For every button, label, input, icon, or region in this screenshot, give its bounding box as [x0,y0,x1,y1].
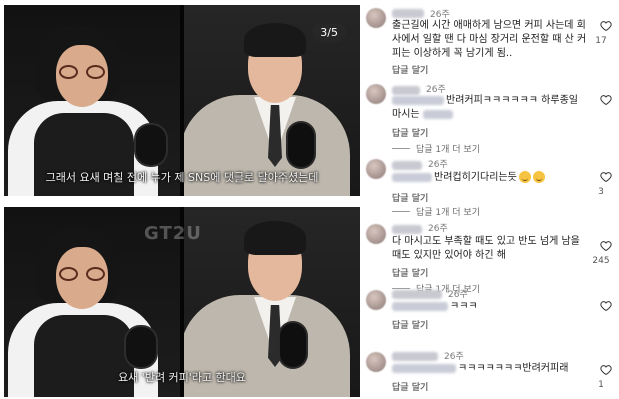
comment-time: 26주 [448,290,468,300]
avatar[interactable] [366,352,386,372]
host-hair [244,23,306,57]
comment-text-main: ㅋㅋㅋ [450,301,478,312]
video-pane-guest [4,5,180,196]
microphone-icon [280,323,306,367]
microphone-icon [288,123,314,167]
guest-glasses [59,65,105,79]
username-blurred[interactable] [392,225,422,234]
comment-text-main: 반려컵히기다리는듯 [434,172,517,183]
comment-text-main: ㅋㅋㅋㅋㅋㅋㅋ반려커피래 [458,363,569,374]
view-more-replies[interactable]: 답글 1개 더 보기 [392,205,480,218]
comment-text: 반려컵히기다리는듯 [392,171,592,185]
page-indicator: 3/5 [312,23,346,42]
microphone-icon [136,125,166,165]
username-blurred[interactable] [392,352,438,361]
heart-outline-icon[interactable] [600,240,612,252]
comment-time: 26주 [428,160,448,170]
comment-text-line2: 마시는 [392,108,592,122]
like-count: 17 [595,36,607,46]
like-count: 1 [598,380,604,390]
view-more-replies-label: 답글 1개 더 보기 [416,208,480,218]
comment-time: 26주 [444,352,464,362]
heart-outline-icon[interactable] [600,20,612,32]
username-blurred[interactable] [392,161,422,170]
avatar[interactable] [366,224,386,244]
reply-button[interactable]: 답글 달기 [392,126,428,139]
comment-text: 반려커피ㅋㅋㅋㅋㅋㅋ 하루종일 [392,94,592,108]
comment-text-second: 마시는 [392,109,420,120]
reply-button[interactable]: 답글 달기 [392,380,428,393]
host-hair [244,221,306,255]
mention-blurred [422,109,453,119]
username-blurred[interactable] [392,9,424,18]
video-frame-bottom[interactable]: GT2U 요새 '반려 커피'라고 한대요 [4,207,360,397]
comment-text: ㅋㅋㅋ [392,300,592,314]
view-more-replies-label: 답글 1개 더 보기 [416,145,480,155]
reply-button[interactable]: 답글 달기 [392,266,428,279]
mention-blurred[interactable] [392,95,444,105]
username-blurred[interactable] [392,290,442,299]
subtitle-bottom: 요새 '반려 커피'라고 한대요 [118,371,246,384]
avatar[interactable] [366,159,386,179]
heart-outline-icon[interactable] [600,364,612,376]
heart-outline-icon[interactable] [600,171,612,183]
like-count: 245 [592,256,610,266]
reply-button[interactable]: 답글 달기 [392,63,428,76]
comment-text: 출근길에 시간 애매하게 남으면 커피 사는데 회사에서 일할 땐 다 마심 장… [392,20,587,59]
view-more-replies[interactable]: 답글 1개 더 보기 [392,142,480,155]
heart-outline-icon[interactable] [600,94,612,106]
mention-blurred[interactable] [392,172,432,182]
channel-watermark: GT2U [144,223,202,244]
comment-time: 26주 [428,224,448,234]
mention-blurred[interactable] [392,301,448,311]
comment-text-main: 반려커피ㅋㅋㅋㅋㅋㅋ 하루종일 [446,95,578,106]
video-frame-top[interactable]: 3/5 그래서 요새 며칠 전에 누가 제 SNS에 댓글로 달아주셨는데 [4,5,360,196]
like-count: 3 [598,187,604,197]
subtitle-top: 그래서 요새 며칠 전에 누가 제 SNS에 댓글로 달아주셨는데 [45,171,319,184]
mention-blurred[interactable] [392,363,456,373]
avatar[interactable] [366,290,386,310]
heart-outline-icon[interactable] [600,300,612,312]
comment-text: ㅋㅋㅋㅋㅋㅋㅋ반려커피래 [392,362,592,376]
comment-text: 다 마시고도 부족할 때도 있고 반도 넘게 남을 때도 있지만 있어야 하긴 … [392,236,580,261]
avatar[interactable] [366,84,386,104]
smiley-emoji-icon [532,171,545,183]
reply-button[interactable]: 답글 달기 [392,318,428,331]
avatar[interactable] [366,8,386,28]
smiley-emoji-icon [518,171,531,183]
microphone-icon [126,327,156,367]
guest-glasses [59,267,105,281]
comments-panel: 26주 출근길에 시간 애매하게 남으면 커피 사는데 회사에서 일할 땐 다 … [362,0,619,399]
reply-button[interactable]: 답글 달기 [392,191,428,204]
